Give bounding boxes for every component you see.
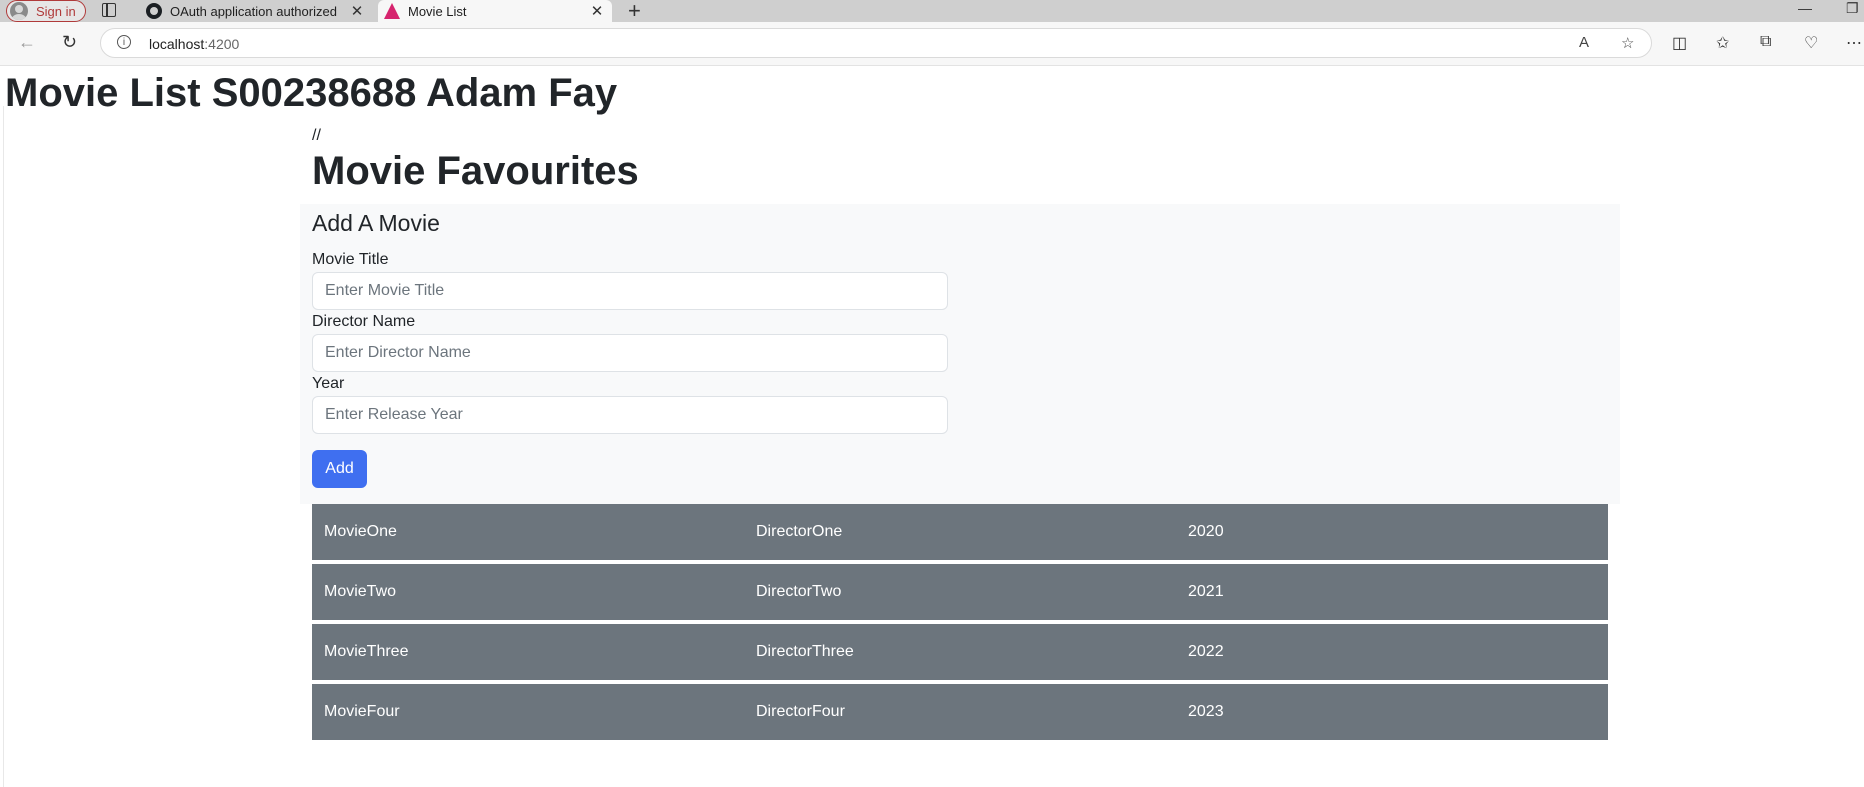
director-name-label: Director Name (312, 313, 416, 330)
section-title: Movie Favourites (312, 149, 639, 193)
tab-oauth[interactable]: OAuth application authorized ✕ (140, 0, 372, 22)
profile-avatar-icon (10, 2, 28, 20)
read-aloud-icon[interactable]: A (1579, 34, 1589, 51)
movie-row[interactable]: MovieThree DirectorThree 2022 (312, 624, 1608, 680)
browser-essentials-icon[interactable]: ♡ (1804, 33, 1818, 53)
app-title: Movie List S00238688 Adam Fay (5, 71, 618, 115)
favorite-star-icon[interactable]: ☆ (1621, 34, 1634, 52)
movie-row[interactable]: MovieFour DirectorFour 2023 (312, 684, 1608, 740)
close-tab-icon[interactable]: ✕ (348, 2, 366, 20)
split-screen-icon[interactable]: ◫ (1672, 33, 1687, 53)
reload-icon[interactable]: ↻ (62, 32, 77, 53)
tab-actions-icon[interactable] (102, 3, 116, 17)
movie-row[interactable]: MovieOne DirectorOne 2020 (312, 504, 1608, 560)
release-year-input[interactable] (312, 396, 948, 434)
new-tab-button[interactable]: + (628, 0, 641, 24)
add-button[interactable]: Add (312, 450, 367, 488)
movie-title-label: Movie Title (312, 251, 389, 268)
sign-in-button[interactable]: Sign in (6, 0, 86, 22)
movie-director: DirectorOne (756, 523, 843, 540)
movie-row[interactable]: MovieTwo DirectorTwo 2021 (312, 564, 1608, 620)
address-url: localhost:4200 (149, 36, 240, 52)
movie-director: DirectorTwo (756, 583, 842, 600)
close-tab-icon[interactable]: ✕ (588, 2, 606, 20)
movie-title: MovieThree (324, 643, 409, 660)
movie-year: 2022 (1188, 643, 1224, 660)
form-heading: Add A Movie (312, 210, 440, 236)
tab-movie-list[interactable]: Movie List ✕ (378, 0, 612, 22)
browser-tab-bar: Sign in OAuth application authorized ✕ M… (0, 0, 1864, 24)
movie-director: DirectorFour (756, 703, 845, 720)
site-info-icon[interactable]: i (117, 35, 131, 49)
director-name-input[interactable] (312, 334, 948, 372)
comment-text: // (312, 127, 321, 144)
movie-title: MovieFour (324, 703, 400, 720)
tab-title: OAuth application authorized (170, 3, 337, 19)
sign-in-label: Sign in (36, 3, 76, 19)
more-menu-icon[interactable]: ⋯ (1846, 33, 1862, 53)
movie-director: DirectorThree (756, 643, 854, 660)
back-icon[interactable]: ← (18, 32, 36, 53)
favorites-icon[interactable]: ✩ (1716, 33, 1729, 53)
minimize-button[interactable]: — (1798, 0, 1812, 16)
movie-year: 2023 (1188, 703, 1224, 720)
movie-title: MovieOne (324, 523, 397, 540)
page-edge (3, 106, 4, 787)
year-label: Year (312, 375, 345, 392)
tab-title: Movie List (408, 3, 467, 19)
angular-icon (384, 3, 400, 19)
github-icon (146, 3, 162, 19)
restore-button[interactable]: ❐ (1846, 0, 1859, 17)
movie-year: 2020 (1188, 523, 1224, 540)
browser-toolbar: ← ↻ i localhost:4200 A ☆ ◫ ✩ ⧉ ♡ ⋯ (0, 22, 1864, 66)
movie-list: MovieOne DirectorOne 2020 MovieTwo Direc… (312, 504, 1608, 744)
movie-title: MovieTwo (324, 583, 397, 600)
movie-year: 2021 (1188, 583, 1224, 600)
movie-title-input[interactable] (312, 272, 948, 310)
collections-icon[interactable]: ⧉ (1760, 33, 1771, 51)
address-bar[interactable]: i localhost:4200 A ☆ (100, 28, 1652, 58)
